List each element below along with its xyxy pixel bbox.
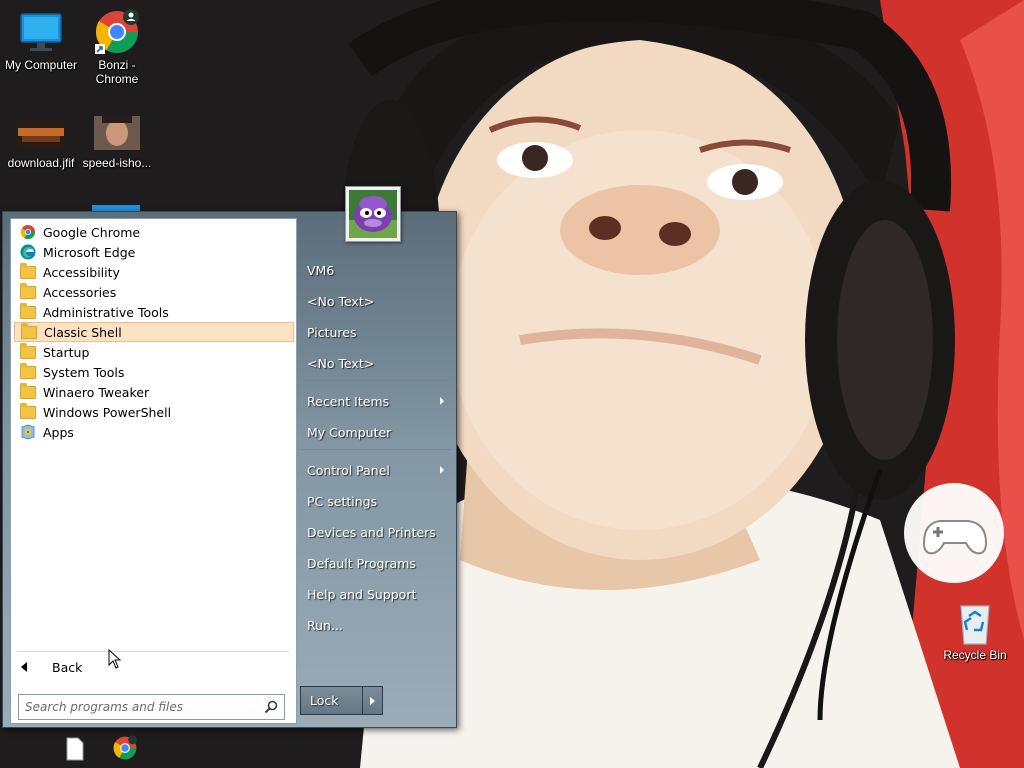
right-item-label: Pictures xyxy=(307,324,357,340)
right-item-label: <No Text> xyxy=(307,355,375,371)
program-label: Apps xyxy=(43,424,74,440)
program-label: Accessories xyxy=(43,284,117,300)
lock-options-button[interactable] xyxy=(363,686,383,715)
search-input[interactable] xyxy=(19,695,259,719)
file-icon[interactable] xyxy=(66,737,84,761)
desktop-icon-label: speed-isho... xyxy=(82,156,152,170)
gamepad-icon[interactable] xyxy=(902,481,1006,585)
desktop-icon-label: Recycle Bin xyxy=(943,648,1007,662)
chrome-shortcut-icon xyxy=(93,8,141,56)
desktop-icon-recycle-bin[interactable]: Recycle Bin xyxy=(934,600,1016,662)
right-item-label: VM6 xyxy=(307,262,335,278)
separator xyxy=(301,449,451,450)
desktop-icon-speed-isho[interactable]: speed-isho... xyxy=(76,116,158,170)
program-label: Google Chrome xyxy=(43,224,141,240)
program-label: System Tools xyxy=(43,364,125,380)
folder-icon xyxy=(21,323,37,340)
right-item-pictures[interactable]: Pictures xyxy=(304,319,452,345)
program-microsoft-edge[interactable]: Microsoft Edge xyxy=(14,242,294,262)
right-item-control-panel[interactable]: Control Panel xyxy=(304,457,452,483)
edge-icon xyxy=(20,244,36,260)
monitor-icon xyxy=(17,8,65,56)
chevron-right-icon xyxy=(370,697,375,705)
program-folder-administrative-tools[interactable]: Administrative Tools xyxy=(14,302,294,322)
search-icon[interactable] xyxy=(264,700,278,714)
program-folder-accessories[interactable]: Accessories xyxy=(14,282,294,302)
shutdown-button-group: Lock xyxy=(300,686,386,715)
right-item-default-programs[interactable]: Default Programs xyxy=(304,550,452,576)
submenu-arrow-icon xyxy=(440,466,444,474)
program-folder-winaero-tweaker[interactable]: Winaero Tweaker xyxy=(14,382,294,402)
folder-icon xyxy=(20,303,36,320)
image-file-icon xyxy=(94,116,140,154)
mouse-cursor-icon xyxy=(108,648,122,669)
program-label: Accessibility xyxy=(43,264,120,280)
folder-icon xyxy=(20,263,36,280)
lock-button[interactable]: Lock xyxy=(300,686,363,715)
user-avatar[interactable] xyxy=(345,186,401,242)
right-item-label: Devices and Printers xyxy=(307,524,436,540)
folder-icon xyxy=(20,403,36,420)
right-item-label: My Computer xyxy=(307,424,392,440)
desktop-icon-download-jfif[interactable]: download.jfif xyxy=(0,118,82,170)
right-item-help-and-support[interactable]: Help and Support xyxy=(304,581,452,607)
right-item-label: Help and Support xyxy=(307,586,417,602)
right-item-label: PC settings xyxy=(307,493,378,509)
program-folder-system-tools[interactable]: System Tools xyxy=(14,362,294,382)
program-folder-accessibility[interactable]: Accessibility xyxy=(14,262,294,282)
right-item-label: Control Panel xyxy=(307,462,390,478)
right-item-no-text-2[interactable]: <No Text> xyxy=(304,350,452,376)
right-item-run[interactable]: Run... xyxy=(304,612,452,638)
search-box[interactable] xyxy=(18,694,285,720)
right-item-no-text-1[interactable]: <No Text> xyxy=(304,288,452,314)
desktop-icon-label: My Computer xyxy=(4,58,78,72)
desktop-icon-label: download.jfif xyxy=(7,156,75,170)
program-folder-classic-shell[interactable]: Classic Shell xyxy=(14,322,294,342)
right-item-pc-settings[interactable]: PC settings xyxy=(304,488,452,514)
chrome-shortcut-icon[interactable] xyxy=(112,735,138,761)
right-item-recent-items[interactable]: Recent Items xyxy=(304,388,452,414)
right-item-my-computer[interactable]: My Computer xyxy=(304,419,452,445)
back-label: Back xyxy=(52,659,83,675)
program-apps[interactable]: Apps xyxy=(14,422,294,442)
program-label: Winaero Tweaker xyxy=(43,384,150,400)
back-arrow-icon xyxy=(21,662,27,672)
apps-icon xyxy=(20,424,36,440)
program-folder-windows-powershell[interactable]: Windows PowerShell xyxy=(14,402,294,422)
desktop-icon-bonzi-chrome[interactable]: Bonzi - Chrome xyxy=(76,8,158,86)
separator xyxy=(301,380,451,381)
recycle-bin-icon xyxy=(951,600,999,646)
right-item-devices-and-printers[interactable]: Devices and Printers xyxy=(304,519,452,545)
right-item-vm6[interactable]: VM6 xyxy=(304,257,452,283)
right-item-label: Recent Items xyxy=(307,393,390,409)
start-menu: Google Chrome Microsoft Edge Accessibili… xyxy=(2,211,457,728)
programs-pane: Google Chrome Microsoft Edge Accessibili… xyxy=(10,218,297,724)
image-file-icon xyxy=(18,118,64,154)
folder-icon xyxy=(20,383,36,400)
desktop-icon-label: Bonzi - Chrome xyxy=(95,58,139,86)
folder-icon xyxy=(20,343,36,360)
program-label: Windows PowerShell xyxy=(43,404,172,420)
bonzi-avatar-icon xyxy=(349,190,397,238)
right-item-label: <No Text> xyxy=(307,293,375,309)
desktop-icon-my-computer[interactable]: My Computer xyxy=(0,8,82,72)
program-google-chrome[interactable]: Google Chrome xyxy=(14,222,294,242)
folder-icon xyxy=(20,363,36,380)
program-label: Administrative Tools xyxy=(43,304,169,320)
program-label: Microsoft Edge xyxy=(43,244,136,260)
right-item-label: Run... xyxy=(307,617,343,633)
program-label: Startup xyxy=(43,344,90,360)
submenu-arrow-icon xyxy=(440,397,444,405)
divider xyxy=(17,651,289,652)
program-folder-startup[interactable]: Startup xyxy=(14,342,294,362)
folder-icon xyxy=(20,283,36,300)
lock-label: Lock xyxy=(310,693,339,708)
program-label: Classic Shell xyxy=(44,324,122,340)
right-item-label: Default Programs xyxy=(307,555,416,571)
chrome-icon xyxy=(20,224,36,240)
